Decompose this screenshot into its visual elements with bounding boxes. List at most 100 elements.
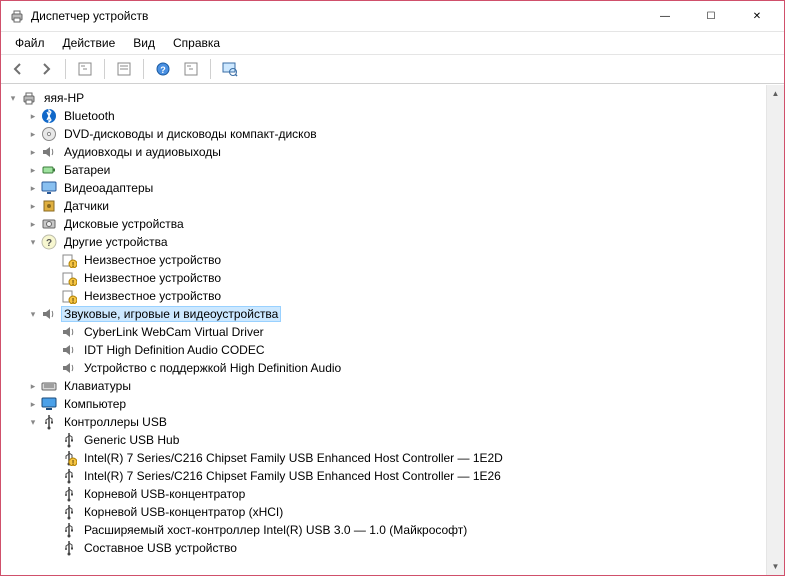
node-other-devices[interactable]: ▾ Другие устройства: [25, 233, 766, 251]
node-label: Устройство с поддержкой High Definition …: [81, 360, 344, 376]
node-label: Составное USB устройство: [81, 540, 240, 556]
expand-icon[interactable]: ▸: [25, 108, 41, 124]
node-device[interactable]: Intel(R) 7 Series/C216 Chipset Family US…: [45, 467, 766, 485]
window-title: Диспетчер устройств: [31, 9, 148, 23]
node-device[interactable]: CyberLink WebCam Virtual Driver: [45, 323, 766, 341]
node-device[interactable]: Составное USB устройство: [45, 539, 766, 557]
node-video-adapters[interactable]: ▸Видеоадаптеры: [25, 179, 766, 197]
collapse-icon[interactable]: ▾: [5, 90, 21, 106]
node-label: Клавиатуры: [61, 378, 134, 394]
node-batteries[interactable]: ▸Батареи: [25, 161, 766, 179]
node-label: Intel(R) 7 Series/C216 Chipset Family US…: [81, 468, 504, 484]
node-device[interactable]: Intel(R) 7 Series/C216 Chipset Family US…: [45, 449, 766, 467]
scan-hardware-button[interactable]: [217, 57, 243, 81]
node-usb-controllers[interactable]: ▾Контроллеры USB: [25, 413, 766, 431]
vertical-scrollbar[interactable]: ▲ ▼: [766, 85, 784, 575]
scroll-down-button[interactable]: ▼: [767, 558, 784, 575]
node-label: Неизвестное устройство: [81, 270, 224, 286]
menu-view[interactable]: Вид: [125, 34, 163, 52]
node-label: Расширяемый хост-контроллер Intel(R) USB…: [81, 522, 470, 538]
monitor-icon: [41, 396, 57, 412]
node-label: CyberLink WebCam Virtual Driver: [81, 324, 267, 340]
expand-icon[interactable]: ▸: [25, 180, 41, 196]
node-device[interactable]: Корневой USB-концентратор (xHCI): [45, 503, 766, 521]
node-device[interactable]: IDT High Definition Audio CODEC: [45, 341, 766, 359]
expand-icon[interactable]: ▸: [25, 144, 41, 160]
display-icon: [41, 180, 57, 196]
options-button[interactable]: [178, 57, 204, 81]
show-hide-tree-button[interactable]: [72, 57, 98, 81]
node-label: Звуковые, игровые и видеоустройства: [61, 306, 281, 322]
minimize-button[interactable]: —: [642, 1, 688, 31]
menu-help[interactable]: Справка: [165, 34, 228, 52]
node-bluetooth[interactable]: ▸ Bluetooth: [25, 107, 766, 125]
node-label: Generic USB Hub: [81, 432, 182, 448]
app-icon: [9, 8, 25, 24]
toolbar-separator: [104, 59, 105, 79]
tree-container: ▾ яяя-HP ▸ Bluetooth ▸ DVD-дисководы и дис…: [1, 84, 784, 575]
node-unknown-device[interactable]: Неизвестное устройство: [45, 251, 766, 269]
node-keyboards[interactable]: ▸ Клавиатуры: [25, 377, 766, 395]
toolbar: [1, 54, 784, 84]
usb-warning-icon: [61, 450, 77, 466]
collapse-icon[interactable]: ▾: [25, 306, 41, 322]
back-button[interactable]: [5, 57, 31, 81]
node-dvd[interactable]: ▸ DVD-дисководы и дисководы компакт-диско…: [25, 125, 766, 143]
node-unknown-device[interactable]: Неизвестное устройство: [45, 269, 766, 287]
speaker-icon: [41, 306, 57, 322]
scroll-track[interactable]: [767, 102, 784, 558]
menubar: Файл Действие Вид Справка: [1, 31, 784, 54]
speaker-icon: [61, 360, 77, 376]
node-label: Дисковые устройства: [61, 216, 187, 232]
tree-root-node[interactable]: ▾ яяя-HP: [5, 89, 766, 107]
disk-icon: [41, 216, 57, 232]
node-device[interactable]: Корневой USB-концентратор: [45, 485, 766, 503]
close-button[interactable]: ✕: [734, 1, 780, 31]
battery-icon: [41, 162, 57, 178]
node-device[interactable]: Generic USB Hub: [45, 431, 766, 449]
node-device[interactable]: Расширяемый хост-контроллер Intel(R) USB…: [45, 521, 766, 539]
usb-icon: [61, 504, 77, 520]
usb-icon: [61, 486, 77, 502]
unknown-warning-icon: [61, 288, 77, 304]
expand-icon[interactable]: ▸: [25, 378, 41, 394]
node-label: Аудиовходы и аудиовыходы: [61, 144, 224, 160]
node-sound-video-game[interactable]: ▾ Звуковые, игровые и видеоустройства: [25, 305, 766, 323]
node-label: Intel(R) 7 Series/C216 Chipset Family US…: [81, 450, 506, 466]
collapse-icon[interactable]: ▾: [25, 234, 41, 250]
node-audio-io[interactable]: ▸ Аудиовходы и аудиовыходы: [25, 143, 766, 161]
disc-icon: [41, 126, 57, 142]
computer-icon: [21, 90, 37, 106]
scroll-up-button[interactable]: ▲: [767, 85, 784, 102]
expand-icon[interactable]: ▸: [25, 162, 41, 178]
collapse-icon[interactable]: ▾: [25, 414, 41, 430]
expand-icon[interactable]: ▸: [25, 396, 41, 412]
question-icon: [41, 234, 57, 250]
node-sensors[interactable]: ▸Датчики: [25, 197, 766, 215]
menu-file[interactable]: Файл: [7, 34, 53, 52]
sensor-icon: [41, 198, 57, 214]
node-label: Корневой USB-концентратор (xHCI): [81, 504, 286, 520]
unknown-warning-icon: [61, 270, 77, 286]
node-disk-drives[interactable]: ▸ Дисковые устройства: [25, 215, 766, 233]
usb-icon: [61, 522, 77, 538]
expand-icon[interactable]: ▸: [25, 126, 41, 142]
properties-button[interactable]: [111, 57, 137, 81]
usb-icon: [61, 468, 77, 484]
node-device[interactable]: Устройство с поддержкой High Definition …: [45, 359, 766, 377]
maximize-button[interactable]: ☐: [688, 1, 734, 31]
node-label: Другие устройства: [61, 234, 171, 250]
node-label: DVD-дисководы и дисководы компакт-дисков: [61, 126, 320, 142]
node-computer[interactable]: ▸Компьютер: [25, 395, 766, 413]
node-label: Корневой USB-концентратор: [81, 486, 248, 502]
device-tree[interactable]: ▾ яяя-HP ▸ Bluetooth ▸ DVD-дисководы и дис…: [1, 85, 766, 575]
menu-action[interactable]: Действие: [55, 34, 124, 52]
expand-icon[interactable]: ▸: [25, 198, 41, 214]
speaker-icon: [41, 144, 57, 160]
forward-button[interactable]: [33, 57, 59, 81]
node-label: Bluetooth: [61, 108, 118, 124]
help-button[interactable]: [150, 57, 176, 81]
node-unknown-device[interactable]: Неизвестное устройство: [45, 287, 766, 305]
expand-icon[interactable]: ▸: [25, 216, 41, 232]
unknown-warning-icon: [61, 252, 77, 268]
